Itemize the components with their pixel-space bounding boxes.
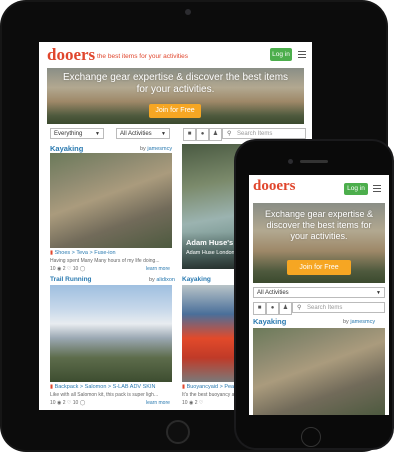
card-activity-title[interactable]: Kayaking bbox=[50, 144, 83, 153]
phone-home-button[interactable] bbox=[301, 427, 321, 447]
tag-icon: ▮ bbox=[50, 384, 54, 390]
card-breadcrumb[interactable]: ▮ Shoes > Teva > Fuse-ion bbox=[50, 250, 116, 256]
learn-more-link[interactable]: learn more bbox=[146, 266, 170, 272]
card-photo[interactable] bbox=[253, 328, 385, 415]
card-photo[interactable] bbox=[50, 285, 172, 382]
bookmark-icon[interactable]: ■ bbox=[183, 128, 196, 141]
activity-select[interactable]: All Activities ▼ bbox=[253, 287, 385, 298]
location-pin-icon[interactable]: ● bbox=[266, 302, 279, 315]
hamburger-menu-icon[interactable] bbox=[373, 185, 381, 193]
phone-screen: dooers Log in Exchange gear expertise & … bbox=[249, 175, 389, 415]
user-icon[interactable]: ♟ bbox=[209, 128, 222, 141]
join-free-button[interactable]: Join for Free bbox=[287, 260, 351, 275]
tablet-home-button[interactable] bbox=[166, 420, 190, 444]
chevron-down-icon: ▼ bbox=[161, 131, 166, 137]
activity-select-value: All Activities bbox=[257, 290, 289, 296]
card-stats: 10 ◉ 2 ♡ bbox=[182, 400, 204, 406]
card-quote: It's the best buoyancy a... bbox=[182, 392, 239, 398]
tag-icon: ▮ bbox=[182, 384, 186, 390]
card-author[interactable]: by alidixon bbox=[149, 277, 175, 283]
brand-logo[interactable]: dooers bbox=[253, 178, 296, 195]
hero-banner: Exchange gear expertise & discover the b… bbox=[47, 68, 304, 124]
search-input[interactable]: ⚲ Search Items bbox=[222, 128, 306, 139]
hero-banner: Exchange gear expertise & discover the b… bbox=[253, 203, 385, 283]
brand-logo[interactable]: dooers bbox=[47, 45, 95, 65]
phone-speaker bbox=[300, 160, 328, 163]
chevron-down-icon: ▼ bbox=[376, 290, 381, 296]
card-stats: 10 ◉ 2 ♡ 10 ◯ bbox=[50, 266, 86, 272]
bookmark-icon[interactable]: ■ bbox=[253, 302, 266, 315]
hero-headline: Exchange gear expertise & discover the b… bbox=[264, 209, 374, 241]
card-author[interactable]: by jamesmcy bbox=[343, 319, 375, 325]
card-quote: Like with all Salomon kit, this pack is … bbox=[50, 392, 159, 398]
card-activity-title[interactable]: Kayaking bbox=[253, 317, 286, 326]
card-author[interactable]: by jamesmcy bbox=[140, 146, 172, 152]
card-breadcrumb[interactable]: ▮ Backpack > Salomon > S-LAB ADV SKIN bbox=[50, 384, 155, 390]
search-placeholder: Search Items bbox=[307, 305, 343, 311]
activity-select-value: All Activities bbox=[120, 131, 152, 137]
tag-icon: ▮ bbox=[50, 250, 54, 256]
search-input[interactable]: ⚲ Search Items bbox=[292, 302, 385, 313]
category-select-value: Everything bbox=[54, 131, 83, 137]
user-icon[interactable]: ♟ bbox=[279, 302, 292, 315]
tablet-camera bbox=[185, 9, 191, 15]
brand-tagline: the best items for your activities bbox=[97, 53, 189, 60]
join-free-button[interactable]: Join for Free bbox=[149, 104, 201, 118]
search-icon: ⚲ bbox=[297, 305, 302, 311]
hamburger-menu-icon[interactable] bbox=[298, 50, 306, 59]
phone-camera bbox=[288, 159, 293, 164]
search-placeholder: Search Items bbox=[237, 131, 273, 137]
chevron-down-icon: ▼ bbox=[95, 131, 100, 137]
location-pin-icon[interactable]: ● bbox=[196, 128, 209, 141]
card-photo[interactable] bbox=[50, 153, 172, 248]
card-stats: 10 ◉ 2 ♡ 10 ◯ bbox=[50, 400, 86, 406]
login-button[interactable]: Log in bbox=[344, 183, 368, 195]
category-select[interactable]: Everything ▼ bbox=[50, 128, 104, 139]
hero-headline: Exchange gear expertise & discover the b… bbox=[62, 72, 289, 95]
learn-more-link[interactable]: learn more bbox=[146, 400, 170, 406]
card-activity-title[interactable]: Trail Running bbox=[50, 276, 92, 283]
card-activity-title[interactable]: Kayaking bbox=[182, 276, 211, 283]
search-icon: ⚲ bbox=[227, 131, 232, 137]
card-quote: Having spent Many Many hours of my life … bbox=[50, 258, 160, 264]
login-button[interactable]: Log in bbox=[270, 48, 292, 61]
activity-select[interactable]: All Activities ▼ bbox=[116, 128, 170, 139]
